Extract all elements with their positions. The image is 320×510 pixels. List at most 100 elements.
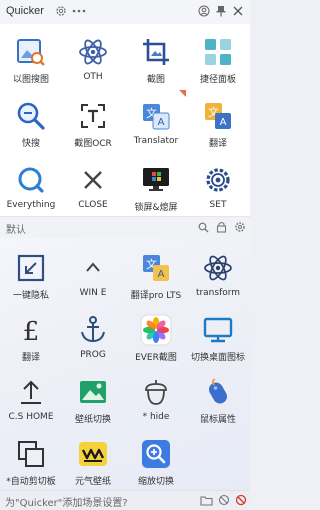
yuanqi-logo-icon: [77, 438, 109, 470]
action-label: Everything: [6, 200, 56, 210]
privacy-shrink-icon: [15, 252, 47, 284]
action-privacy[interactable]: 一键隐私: [0, 242, 62, 306]
action-translate-pound[interactable]: £ 翻译: [0, 304, 62, 368]
svg-text:A: A: [158, 269, 165, 280]
action-label: 一键隐私: [12, 291, 49, 301]
action-transform[interactable]: transform: [187, 242, 249, 306]
action-prog[interactable]: PROG: [62, 304, 124, 368]
action-label: 元气壁纸: [74, 477, 111, 487]
photos-pinwheel-icon: [140, 314, 172, 346]
action-label: SET: [209, 200, 227, 210]
settings-gear-icon: [202, 164, 234, 196]
action-yuanqi-wallpaper[interactable]: 元气壁纸: [62, 428, 124, 492]
action-win-e[interactable]: WIN E: [62, 242, 124, 306]
action-label: 翻译pro LTS: [130, 291, 182, 301]
acorn-icon: [140, 376, 172, 408]
action-ever-screenshot[interactable]: EVER截图: [125, 304, 187, 368]
everything-search-icon: [15, 164, 47, 196]
section-label: 默认: [6, 225, 26, 236]
quick-search-icon: [15, 100, 47, 132]
anchor-icon: [77, 314, 109, 346]
action-label: 翻译: [208, 139, 227, 149]
app-title: Quicker: [6, 5, 44, 17]
action-screenshot-ocr[interactable]: 截图OCR: [62, 90, 124, 154]
action-cs-home[interactable]: C.S HOME: [0, 366, 62, 430]
action-lock-screen[interactable]: 锁屏&熄屏: [125, 154, 187, 218]
disable-icon[interactable]: [218, 494, 230, 506]
pin-icon[interactable]: [214, 4, 228, 18]
user-icon[interactable]: [197, 4, 211, 18]
action-translate-pro[interactable]: 文A 翻译pro LTS: [125, 242, 187, 306]
scene-setting-prompt[interactable]: 为"Quicker"添加场景设置?: [5, 494, 128, 509]
block-icon[interactable]: [235, 494, 247, 506]
action-label: 快搜: [21, 139, 40, 149]
crop-icon: [140, 36, 172, 68]
action-label: CLOSE: [78, 200, 108, 210]
action-label: 截图: [146, 75, 165, 85]
svg-text:A: A: [158, 117, 165, 128]
settings-gear-icon[interactable]: [234, 221, 246, 233]
action-wallpaper-switch[interactable]: 壁纸切换: [62, 366, 124, 430]
action-label: 翻译: [21, 353, 40, 363]
action-label: transform: [195, 288, 241, 298]
action-translator[interactable]: 文A Translator: [125, 90, 187, 154]
action-close[interactable]: CLOSE: [62, 154, 124, 218]
action-set[interactable]: SET: [187, 154, 249, 218]
action-label: 切换桌面图标: [190, 353, 245, 363]
windows-lock-icon: [140, 164, 172, 196]
close-x-icon: [77, 164, 109, 196]
action-label: 壁纸切换: [74, 415, 111, 425]
action-label: *自动剪切板: [6, 477, 56, 487]
action-hide[interactable]: * hide: [125, 366, 187, 430]
action-oth[interactable]: OTH: [62, 26, 124, 90]
folder-icon[interactable]: [200, 494, 213, 506]
action-shortcut-panel[interactable]: 捷径面板: [187, 26, 249, 90]
action-image-search[interactable]: 以图搜图: [0, 26, 62, 90]
action-zoom-switch[interactable]: 缩放切换: [125, 428, 187, 492]
transform-atom-icon: [202, 252, 234, 284]
more-dots-icon[interactable]: [72, 4, 86, 18]
zoom-search-icon: [140, 438, 172, 470]
action-label: Translator: [133, 136, 179, 146]
global-actions-panel: 以图搜图 OTH 截图 捷径面板 快搜 截图OCR 文A Translator …: [0, 24, 250, 216]
action-label: 以图搜图: [12, 75, 49, 85]
image-search-icon: [15, 36, 47, 68]
upload-arrow-icon: [15, 376, 47, 408]
translate-icon: 文A: [140, 100, 172, 132]
action-mouse-properties[interactable]: 鼠标属性: [187, 366, 249, 430]
action-label: C.S HOME: [8, 412, 54, 422]
ocr-icon: [77, 100, 109, 132]
action-screenshot[interactable]: 截图: [125, 26, 187, 90]
clipboard-copy-icon: [15, 438, 47, 470]
status-bar: 为"Quicker"添加场景设置?: [0, 490, 250, 510]
search-icon[interactable]: [198, 222, 209, 233]
action-translate[interactable]: 文A 翻译: [187, 90, 249, 154]
chevron-up-icon: [77, 252, 109, 284]
action-label: 锁屏&熄屏: [134, 203, 178, 213]
panel-icon: [202, 36, 234, 68]
translate-2-icon: 文A: [202, 100, 234, 132]
action-everything[interactable]: Everything: [0, 154, 62, 218]
pound-icon: £: [15, 314, 47, 346]
action-label: OTH: [83, 72, 103, 82]
action-label: EVER截图: [135, 353, 177, 363]
action-auto-clipboard[interactable]: *自动剪切板: [0, 428, 62, 492]
close-icon[interactable]: [231, 4, 245, 18]
mouse-icon: [202, 376, 234, 408]
translate-pro-icon: 文A: [140, 252, 172, 284]
action-label: 截图OCR: [74, 139, 112, 149]
atom-icon: [77, 36, 109, 68]
action-quick-search[interactable]: 快搜: [0, 90, 62, 154]
action-label: WIN E: [79, 288, 107, 298]
lock-icon[interactable]: [216, 221, 227, 233]
wallpaper-image-icon: [77, 376, 109, 408]
settings-gear-icon[interactable]: [54, 4, 68, 18]
action-label: 缩放切换: [137, 477, 174, 487]
action-label: 捷径面板: [199, 75, 236, 85]
action-label: * hide: [142, 412, 170, 422]
app-actions-panel: 一键隐私 WIN E 文A 翻译pro LTS transform £ 翻译 P…: [0, 238, 250, 490]
action-label: 鼠标属性: [199, 415, 236, 425]
action-label: PROG: [80, 350, 106, 360]
svg-text:£: £: [23, 317, 40, 346]
action-toggle-desktop-icons[interactable]: 切换桌面图标: [187, 304, 249, 368]
